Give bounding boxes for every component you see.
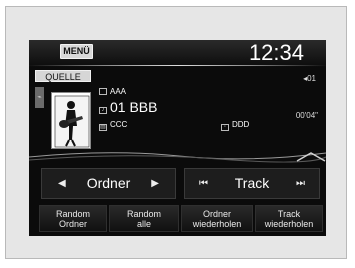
header-divider [29,65,326,66]
menu-button[interactable]: MENÜ [60,44,93,59]
divider-wave [29,152,326,163]
repeat-track-button[interactable]: Track wiederholen [255,205,323,232]
folder-nav-label: Ordner [86,175,131,191]
prev-folder-icon[interactable]: ◀ [58,169,66,198]
genre-name: DDD [232,120,250,129]
song-row: ♪ 01 BBB [99,99,157,115]
artist-name: AAA [110,87,127,96]
skip-back-icon[interactable]: ⏮ [199,169,208,198]
artist-icon [99,88,107,95]
random-folder-button[interactable]: Random Ordner [39,205,107,232]
track-nav-button[interactable]: ⏮ Track ⏭ [184,168,320,199]
repeat-track-line1: Track [277,209,301,219]
song-icon: ♪ [99,107,107,114]
random-folder-line2: Ordner [58,219,87,229]
album-art [51,92,91,149]
repeat-track-line2: wiederholen [264,219,314,229]
repeat-folder-line1: Ordner [202,209,231,219]
album-name: CCC [110,120,128,129]
random-all-line2: alle [136,219,151,229]
album-row: ▤ CCC [99,119,127,131]
next-folder-icon[interactable]: ▶ [151,169,159,198]
source-button[interactable]: QUELLE [35,70,91,82]
album-icon: ▤ [99,124,107,131]
folder-nav-button[interactable]: ◀ Ordner ▶ [41,168,176,199]
guitarist-icon [52,93,90,148]
artist-row: AAA [99,86,126,97]
song-title: 01 BBB [110,99,158,115]
repeat-folder-line2: wiederholen [192,219,242,229]
random-all-button[interactable]: Random alle [109,205,179,232]
skip-forward-icon[interactable]: ⏭ [296,169,305,198]
random-all-line1: Random [126,209,162,219]
random-folder-line1: Random [55,209,91,219]
genre-icon: ◦ [221,124,229,131]
audio-screen: MENÜ 12:34 QUELLE ⌁ ◂01 AAA ♪ 01 BBB ▤ CCC… [29,40,326,236]
usb-icon: ⌁ [35,87,44,108]
genre-row: ◦ DDD [221,119,249,131]
clock: 12:34 [248,40,304,65]
track-number-value: 01 [307,74,316,83]
repeat-folder-button[interactable]: Ordner wiederholen [181,205,253,232]
track-number: ◂01 [303,74,316,83]
track-nav-label: Track [234,175,270,191]
elapsed-time: 00'04" [295,111,318,120]
